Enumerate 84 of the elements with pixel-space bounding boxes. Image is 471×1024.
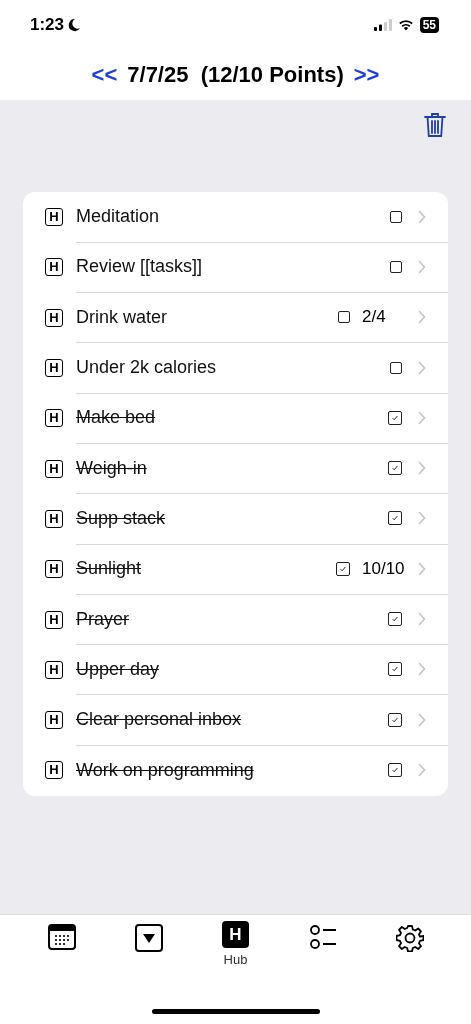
habit-badge: H	[45, 208, 63, 227]
checkbox[interactable]	[388, 712, 402, 727]
chevron-icon	[418, 662, 426, 677]
chevron-icon	[418, 461, 426, 476]
checkbox[interactable]	[390, 210, 402, 223]
task-title: Under 2k calories	[76, 357, 218, 379]
next-day-link[interactable]: >>	[353, 62, 380, 88]
progress-count: 2/4	[362, 307, 387, 328]
battery-icon: 55	[419, 17, 439, 33]
checkbox[interactable]	[388, 612, 402, 626]
checkbox[interactable]	[336, 561, 350, 576]
settings-icon[interactable]	[395, 924, 424, 952]
previous-day-link[interactable]: <<	[91, 62, 118, 88]
task-row[interactable]: H Drink water 2/4	[23, 292, 448, 343]
task-row[interactable]: H Sunlight 10/10	[23, 544, 448, 595]
task-title: Supp stack	[76, 507, 167, 529]
chevron-icon	[418, 561, 426, 576]
tab-label[interactable]: Hub	[223, 952, 248, 967]
habit-badge: H	[45, 409, 63, 428]
checkmark-icon	[391, 514, 399, 523]
task-row[interactable]: H Work on programming	[23, 745, 448, 796]
checkmark-icon	[339, 564, 347, 573]
chevron-icon	[418, 259, 426, 274]
checkmark-icon	[391, 715, 399, 724]
checkbox[interactable]	[388, 662, 402, 677]
task-row[interactable]: H Prayer	[23, 594, 448, 645]
task-row[interactable]: H Upper day	[23, 644, 448, 695]
progress-count: 10/10	[362, 558, 406, 579]
task-row[interactable]: H Clear personal inbox	[23, 694, 448, 746]
habit-badge: H	[45, 459, 63, 478]
task-title: Sunlight	[76, 558, 143, 580]
task-row[interactable]: H Supp stack	[23, 493, 448, 545]
habit-badge: H	[45, 258, 63, 277]
task-row[interactable]: H Review [[tasks]]	[23, 242, 448, 293]
checkbox[interactable]	[388, 763, 402, 778]
checkbox[interactable]	[338, 311, 350, 324]
clock-time: 1:23	[30, 15, 65, 35]
wifi-icon	[397, 19, 414, 31]
checkbox[interactable]	[390, 361, 402, 374]
task-title: Clear personal inbox	[76, 709, 243, 731]
checkmark-icon	[391, 413, 399, 422]
task-title: Review [[tasks]]	[76, 256, 204, 278]
task-title: Make bed	[76, 407, 157, 429]
moon-icon	[67, 18, 82, 32]
chevron-icon	[418, 209, 426, 224]
chevron-icon	[418, 360, 426, 375]
chevron-icon	[418, 410, 426, 425]
hub-tab-icon[interactable]: H	[222, 921, 249, 948]
checkmark-icon	[391, 665, 399, 674]
calendar-icon[interactable]	[47, 924, 76, 950]
task-title: Work on programming	[76, 759, 255, 781]
checkbox[interactable]	[388, 410, 402, 425]
list-icon[interactable]	[308, 924, 337, 950]
dropdown-icon[interactable]	[134, 924, 163, 952]
checkmark-icon	[391, 615, 399, 623]
task-row[interactable]: H Meditation	[23, 192, 448, 243]
chevron-icon	[418, 763, 426, 778]
day-title: 7/7/25 (12/10 Points)	[127, 62, 344, 88]
task-title: Upper day	[76, 658, 161, 680]
habit-badge: H	[45, 660, 63, 679]
checkmark-icon	[391, 766, 399, 775]
task-row[interactable]: H Make bed	[23, 393, 448, 444]
task-title: Weigh-in	[76, 457, 148, 479]
chevron-icon	[418, 511, 426, 526]
task-row[interactable]: H Under 2k calories	[23, 342, 448, 394]
habit-badge: H	[45, 509, 63, 528]
task-title: Drink water	[76, 306, 169, 328]
habit-badge: H	[45, 761, 63, 780]
chevron-icon	[418, 612, 426, 626]
checkbox[interactable]	[390, 260, 402, 273]
signal-icon	[373, 19, 392, 31]
checkbox[interactable]	[388, 511, 402, 526]
task-row[interactable]: H Weigh-in	[23, 443, 448, 494]
task-title: Meditation	[76, 206, 161, 228]
habit-badge: H	[45, 560, 63, 579]
chevron-icon	[418, 310, 426, 325]
checkbox[interactable]	[388, 461, 402, 476]
habit-badge: H	[45, 711, 63, 730]
checkmark-icon	[391, 464, 399, 473]
habit-badge: H	[45, 610, 63, 629]
habit-badge: H	[45, 359, 63, 378]
habit-badge: H	[45, 308, 63, 327]
chevron-icon	[418, 712, 426, 727]
task-title: Prayer	[76, 608, 130, 630]
